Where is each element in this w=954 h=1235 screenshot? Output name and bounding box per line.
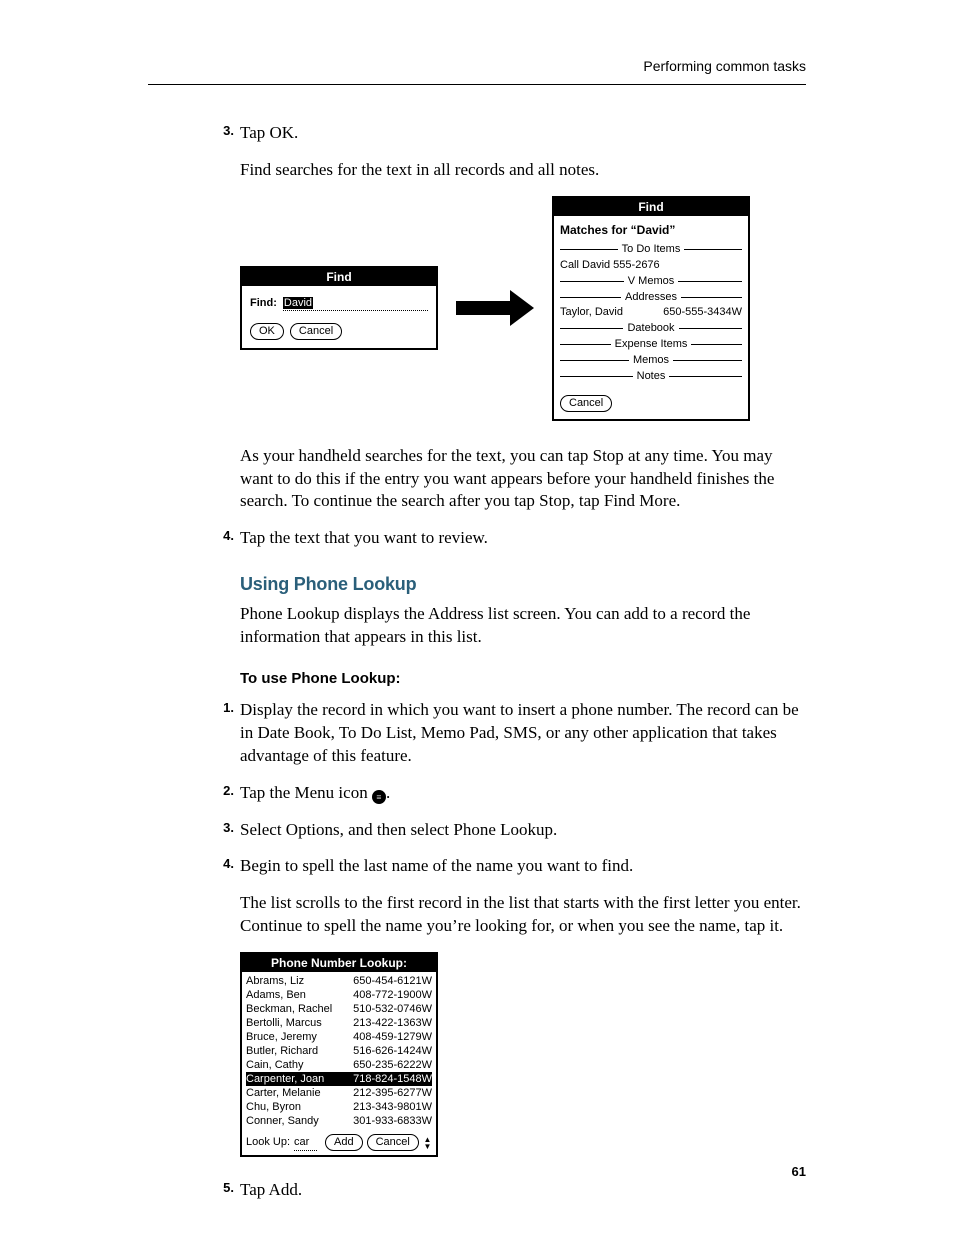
step-number: 1. [216,699,234,717]
body-text: Phone Lookup displays the Address list s… [240,603,806,649]
find-input-value: David [283,297,313,309]
dialog-title: Phone Number Lookup: [242,954,436,972]
list-item[interactable]: Chu, Byron213-343-9801W [246,1100,432,1114]
body-text: As your handheld searches for the text, … [240,445,806,514]
lookup-label: Look Up: [246,1135,290,1150]
step-text: Tap OK. [240,123,298,142]
step-text: Tap the Menu icon ≡. [240,783,390,802]
list-item[interactable]: Bertolli, Marcus213-422-1363W [246,1016,432,1030]
section-divider: Notes [560,369,742,384]
section-heading: Using Phone Lookup [240,572,806,596]
find-label: Find: [250,296,277,311]
step-text: Display the record in which you want to … [240,700,799,765]
step-number: 4. [216,527,234,545]
section-divider: Memos [560,353,742,368]
step-text: Begin to spell the last name of the name… [240,856,633,875]
find-dialog: Find Find: David OK Cancel [240,266,438,350]
body-text: Find searches for the text in all record… [240,159,806,182]
list-item[interactable]: Butler, Richard516-626-1424W [246,1044,432,1058]
matches-heading: Matches for “David” [560,222,742,238]
step-number: 2. [216,782,234,800]
section-divider: Addresses [560,290,742,305]
section-divider: To Do Items [560,242,742,257]
list-item[interactable]: Cain, Cathy650-235-6222W [246,1058,432,1072]
step-number: 4. [216,855,234,873]
result-line[interactable]: Call David 555-2676 [560,258,742,273]
list-item[interactable]: Abrams, Liz650-454-6121W [246,974,432,988]
menu-icon: ≡ [372,790,386,804]
page-number: 61 [792,1164,806,1179]
step-number: 3. [216,122,234,140]
body-text: The list scrolls to the first record in … [240,892,806,938]
cancel-button[interactable]: Cancel [560,395,612,412]
list-item[interactable]: Beckman, Rachel510-532-0746W [246,1002,432,1016]
list-item[interactable]: Bruce, Jeremy408-459-1279W [246,1030,432,1044]
find-input[interactable]: David [283,296,428,311]
list-item[interactable]: Conner, Sandy301-933-6833W [246,1114,432,1128]
step-text: Select Options, and then select Phone Lo… [240,820,557,839]
add-button[interactable]: Add [325,1134,363,1151]
section-divider: V Memos [560,274,742,289]
ok-button[interactable]: OK [250,323,284,340]
step-number: 5. [216,1179,234,1197]
section-divider: Datebook [560,321,742,336]
list-item[interactable]: Carpenter, Joan718-824-1548W [246,1072,432,1086]
cancel-button[interactable]: Cancel [290,323,342,340]
cancel-button[interactable]: Cancel [367,1134,419,1151]
find-results-dialog: Find Matches for “David” To Do Items Cal… [552,196,750,421]
dialog-title: Find [242,268,436,286]
dialog-title: Find [554,198,748,216]
lookup-input[interactable]: car [294,1135,317,1151]
subsection-heading: To use Phone Lookup: [240,669,806,689]
step-text: Tap the text that you want to review. [240,528,488,547]
step-number: 3. [216,819,234,837]
arrow-icon [456,290,534,326]
result-line[interactable]: Taylor, David 650-555-3434W [560,305,742,320]
header-rule [148,84,806,85]
scroll-arrows-icon[interactable]: ▲▼ [423,1136,432,1150]
phone-lookup-dialog: Phone Number Lookup: Abrams, Liz650-454-… [240,952,438,1157]
running-head: Performing common tasks [643,58,806,74]
list-item[interactable]: Carter, Melanie212-395-6277W [246,1086,432,1100]
list-item[interactable]: Adams, Ben408-772-1900W [246,988,432,1002]
step-text: Tap Add. [240,1180,302,1199]
section-divider: Expense Items [560,337,742,352]
figure-row: Find Find: David OK Cancel [240,196,806,421]
